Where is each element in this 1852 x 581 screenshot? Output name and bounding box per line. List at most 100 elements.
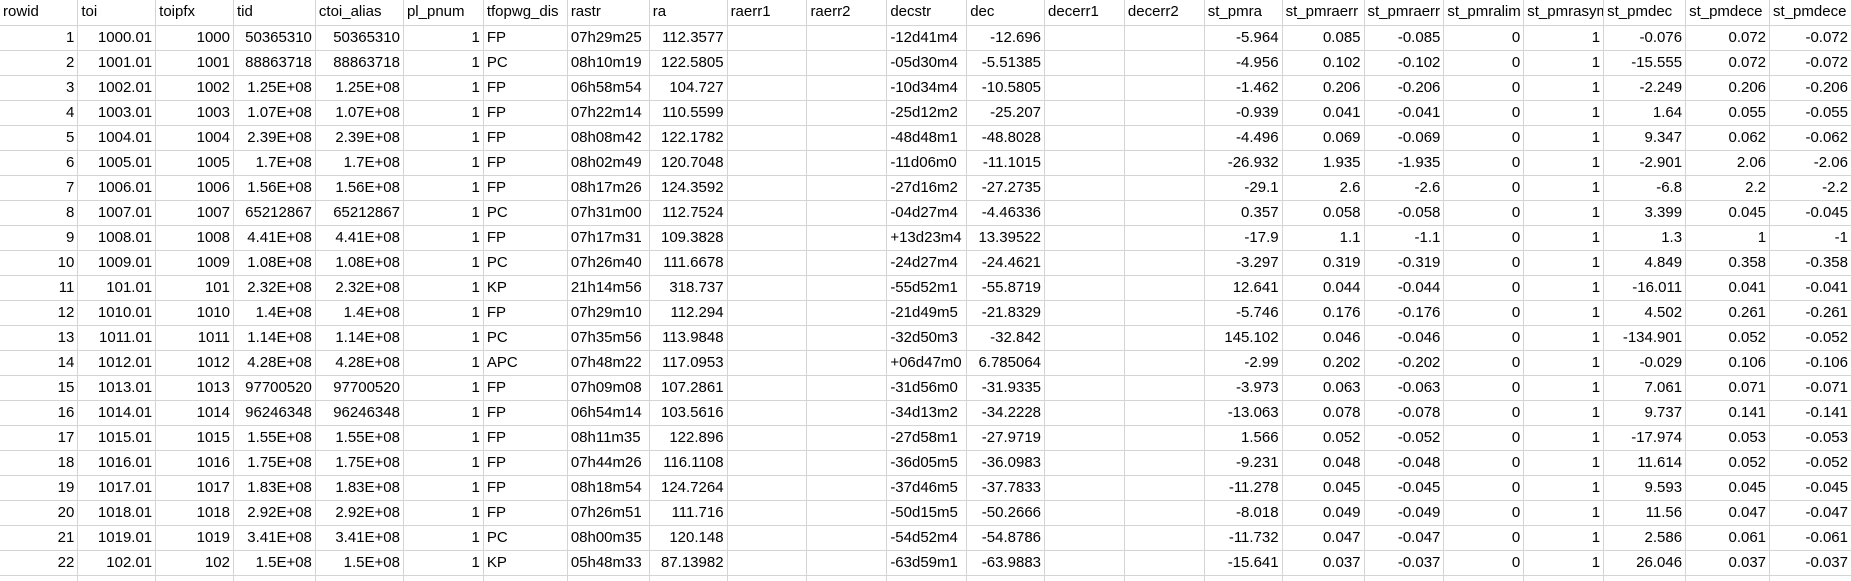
cell[interactable]: -25d12m2 xyxy=(886,100,968,126)
cell[interactable]: 1 xyxy=(1523,225,1605,251)
cell[interactable]: 0.141 xyxy=(1685,400,1771,426)
cell[interactable] xyxy=(806,500,888,526)
cell[interactable]: 07h22m14 xyxy=(567,100,650,126)
cell[interactable]: 65212867 xyxy=(315,200,404,226)
cell[interactable]: 0.044 xyxy=(1282,275,1365,301)
cell[interactable]: 14 xyxy=(0,350,79,376)
cell[interactable]: 1 xyxy=(403,75,484,101)
cell[interactable] xyxy=(1124,200,1205,226)
cell[interactable]: 1.55E+08 xyxy=(315,425,404,451)
cell[interactable]: 1000 xyxy=(155,25,234,51)
cell[interactable]: 1 xyxy=(1523,175,1605,201)
cell[interactable] xyxy=(1044,175,1125,201)
cell[interactable]: 1 xyxy=(1523,425,1605,451)
column-header-10[interactable]: raerr2 xyxy=(806,0,888,26)
cell[interactable]: 1011 xyxy=(155,325,234,351)
cell[interactable] xyxy=(727,550,808,576)
cell[interactable]: 0.106 xyxy=(1685,350,1771,376)
column-header-12[interactable]: dec xyxy=(966,0,1046,26)
cell[interactable] xyxy=(806,425,888,451)
cell[interactable]: 17 xyxy=(0,425,79,451)
column-header-3[interactable]: tid xyxy=(233,0,316,26)
cell[interactable] xyxy=(1124,250,1205,276)
cell[interactable]: 1 xyxy=(1523,300,1605,326)
cell[interactable]: 1 xyxy=(403,575,484,581)
column-header-6[interactable]: tfopwg_dis xyxy=(483,0,568,26)
cell[interactable]: APC xyxy=(483,350,568,376)
cell[interactable]: -0.037 xyxy=(1364,550,1445,576)
cell[interactable] xyxy=(727,150,808,176)
cell[interactable]: -0.045 xyxy=(1769,475,1852,501)
cell[interactable]: -32d50m3 xyxy=(886,325,968,351)
cell[interactable]: -15.641 xyxy=(1204,550,1283,576)
cell[interactable]: -0.061 xyxy=(1769,525,1852,551)
column-header-11[interactable]: decstr xyxy=(886,0,968,26)
cell[interactable]: 8 xyxy=(0,200,79,226)
cell[interactable]: 11.614 xyxy=(1603,450,1687,476)
cell[interactable]: 1018.01 xyxy=(77,500,157,526)
column-header-7[interactable]: rastr xyxy=(567,0,650,26)
cell[interactable]: -11.278 xyxy=(1204,475,1283,501)
column-header-8[interactable]: ra xyxy=(649,0,728,26)
cell[interactable]: -0.062 xyxy=(1769,125,1852,151)
cell[interactable]: 120.148 xyxy=(649,525,728,551)
cell[interactable]: 0 xyxy=(1443,350,1525,376)
cell[interactable]: 0.046 xyxy=(1282,325,1365,351)
cell[interactable]: 1 xyxy=(1523,500,1605,526)
cell[interactable]: 2.586 xyxy=(1603,525,1687,551)
cell[interactable]: 1016 xyxy=(155,450,234,476)
cell[interactable]: +13d23m4 xyxy=(886,225,968,251)
cell[interactable]: 1 xyxy=(403,100,484,126)
cell[interactable]: 113.9848 xyxy=(649,325,728,351)
cell[interactable] xyxy=(806,250,888,276)
cell[interactable]: KP xyxy=(483,275,568,301)
cell[interactable]: 102 xyxy=(155,550,234,576)
cell[interactable] xyxy=(1044,350,1125,376)
cell[interactable]: 4.28E+08 xyxy=(233,350,316,376)
column-header-2[interactable]: toipfx xyxy=(155,0,234,26)
cell[interactable]: -50.2666 xyxy=(966,500,1046,526)
cell[interactable]: -17.974 xyxy=(1603,425,1687,451)
cell[interactable]: 7 xyxy=(0,175,79,201)
cell[interactable]: KP xyxy=(483,550,568,576)
column-header-18[interactable]: st_pmralim xyxy=(1443,0,1525,26)
cell[interactable]: -0.261 xyxy=(1769,300,1852,326)
cell[interactable]: 1013 xyxy=(155,375,234,401)
cell[interactable]: FP xyxy=(483,450,568,476)
cell[interactable]: 1 xyxy=(403,25,484,51)
cell[interactable]: 1009.01 xyxy=(77,250,157,276)
cell[interactable] xyxy=(727,300,808,326)
cell[interactable]: 128.382 xyxy=(649,575,728,581)
cell[interactable]: 1013.01 xyxy=(77,375,157,401)
cell[interactable]: 07h26m40 xyxy=(567,250,650,276)
column-header-0[interactable]: rowid xyxy=(0,0,79,26)
cell[interactable]: -43d49m4 xyxy=(886,575,968,581)
cell[interactable]: 1.56E+08 xyxy=(315,175,404,201)
cell[interactable]: 08h02m49 xyxy=(567,150,650,176)
cell[interactable] xyxy=(727,75,808,101)
cell[interactable]: 1 xyxy=(0,25,79,51)
cell[interactable]: 1.3 xyxy=(1603,225,1687,251)
cell[interactable]: 1 xyxy=(403,250,484,276)
cell[interactable]: 2.06 xyxy=(1685,150,1771,176)
cell[interactable]: -0.052 xyxy=(1769,450,1852,476)
cell[interactable] xyxy=(806,450,888,476)
cell[interactable]: 0 xyxy=(1443,225,1525,251)
cell[interactable]: -27d58m1 xyxy=(886,425,968,451)
cell[interactable]: 1.25E+08 xyxy=(233,75,316,101)
cell[interactable]: 1.08E+08 xyxy=(315,250,404,276)
cell[interactable] xyxy=(727,175,808,201)
cell[interactable]: 0 xyxy=(1443,525,1525,551)
cell[interactable] xyxy=(1044,125,1125,151)
cell[interactable]: -4.956 xyxy=(1204,50,1283,76)
cell[interactable]: 1.56E+08 xyxy=(233,175,316,201)
cell[interactable]: 20 xyxy=(0,500,79,526)
cell[interactable] xyxy=(1124,50,1205,76)
cell[interactable]: 1 xyxy=(403,200,484,226)
cell[interactable]: 23 xyxy=(0,575,79,581)
cell[interactable]: 22 xyxy=(0,550,79,576)
cell[interactable]: -34d13m2 xyxy=(886,400,968,426)
cell[interactable]: 3.41E+08 xyxy=(233,525,316,551)
cell[interactable]: 3.41E+08 xyxy=(315,525,404,551)
cell[interactable] xyxy=(1044,200,1125,226)
